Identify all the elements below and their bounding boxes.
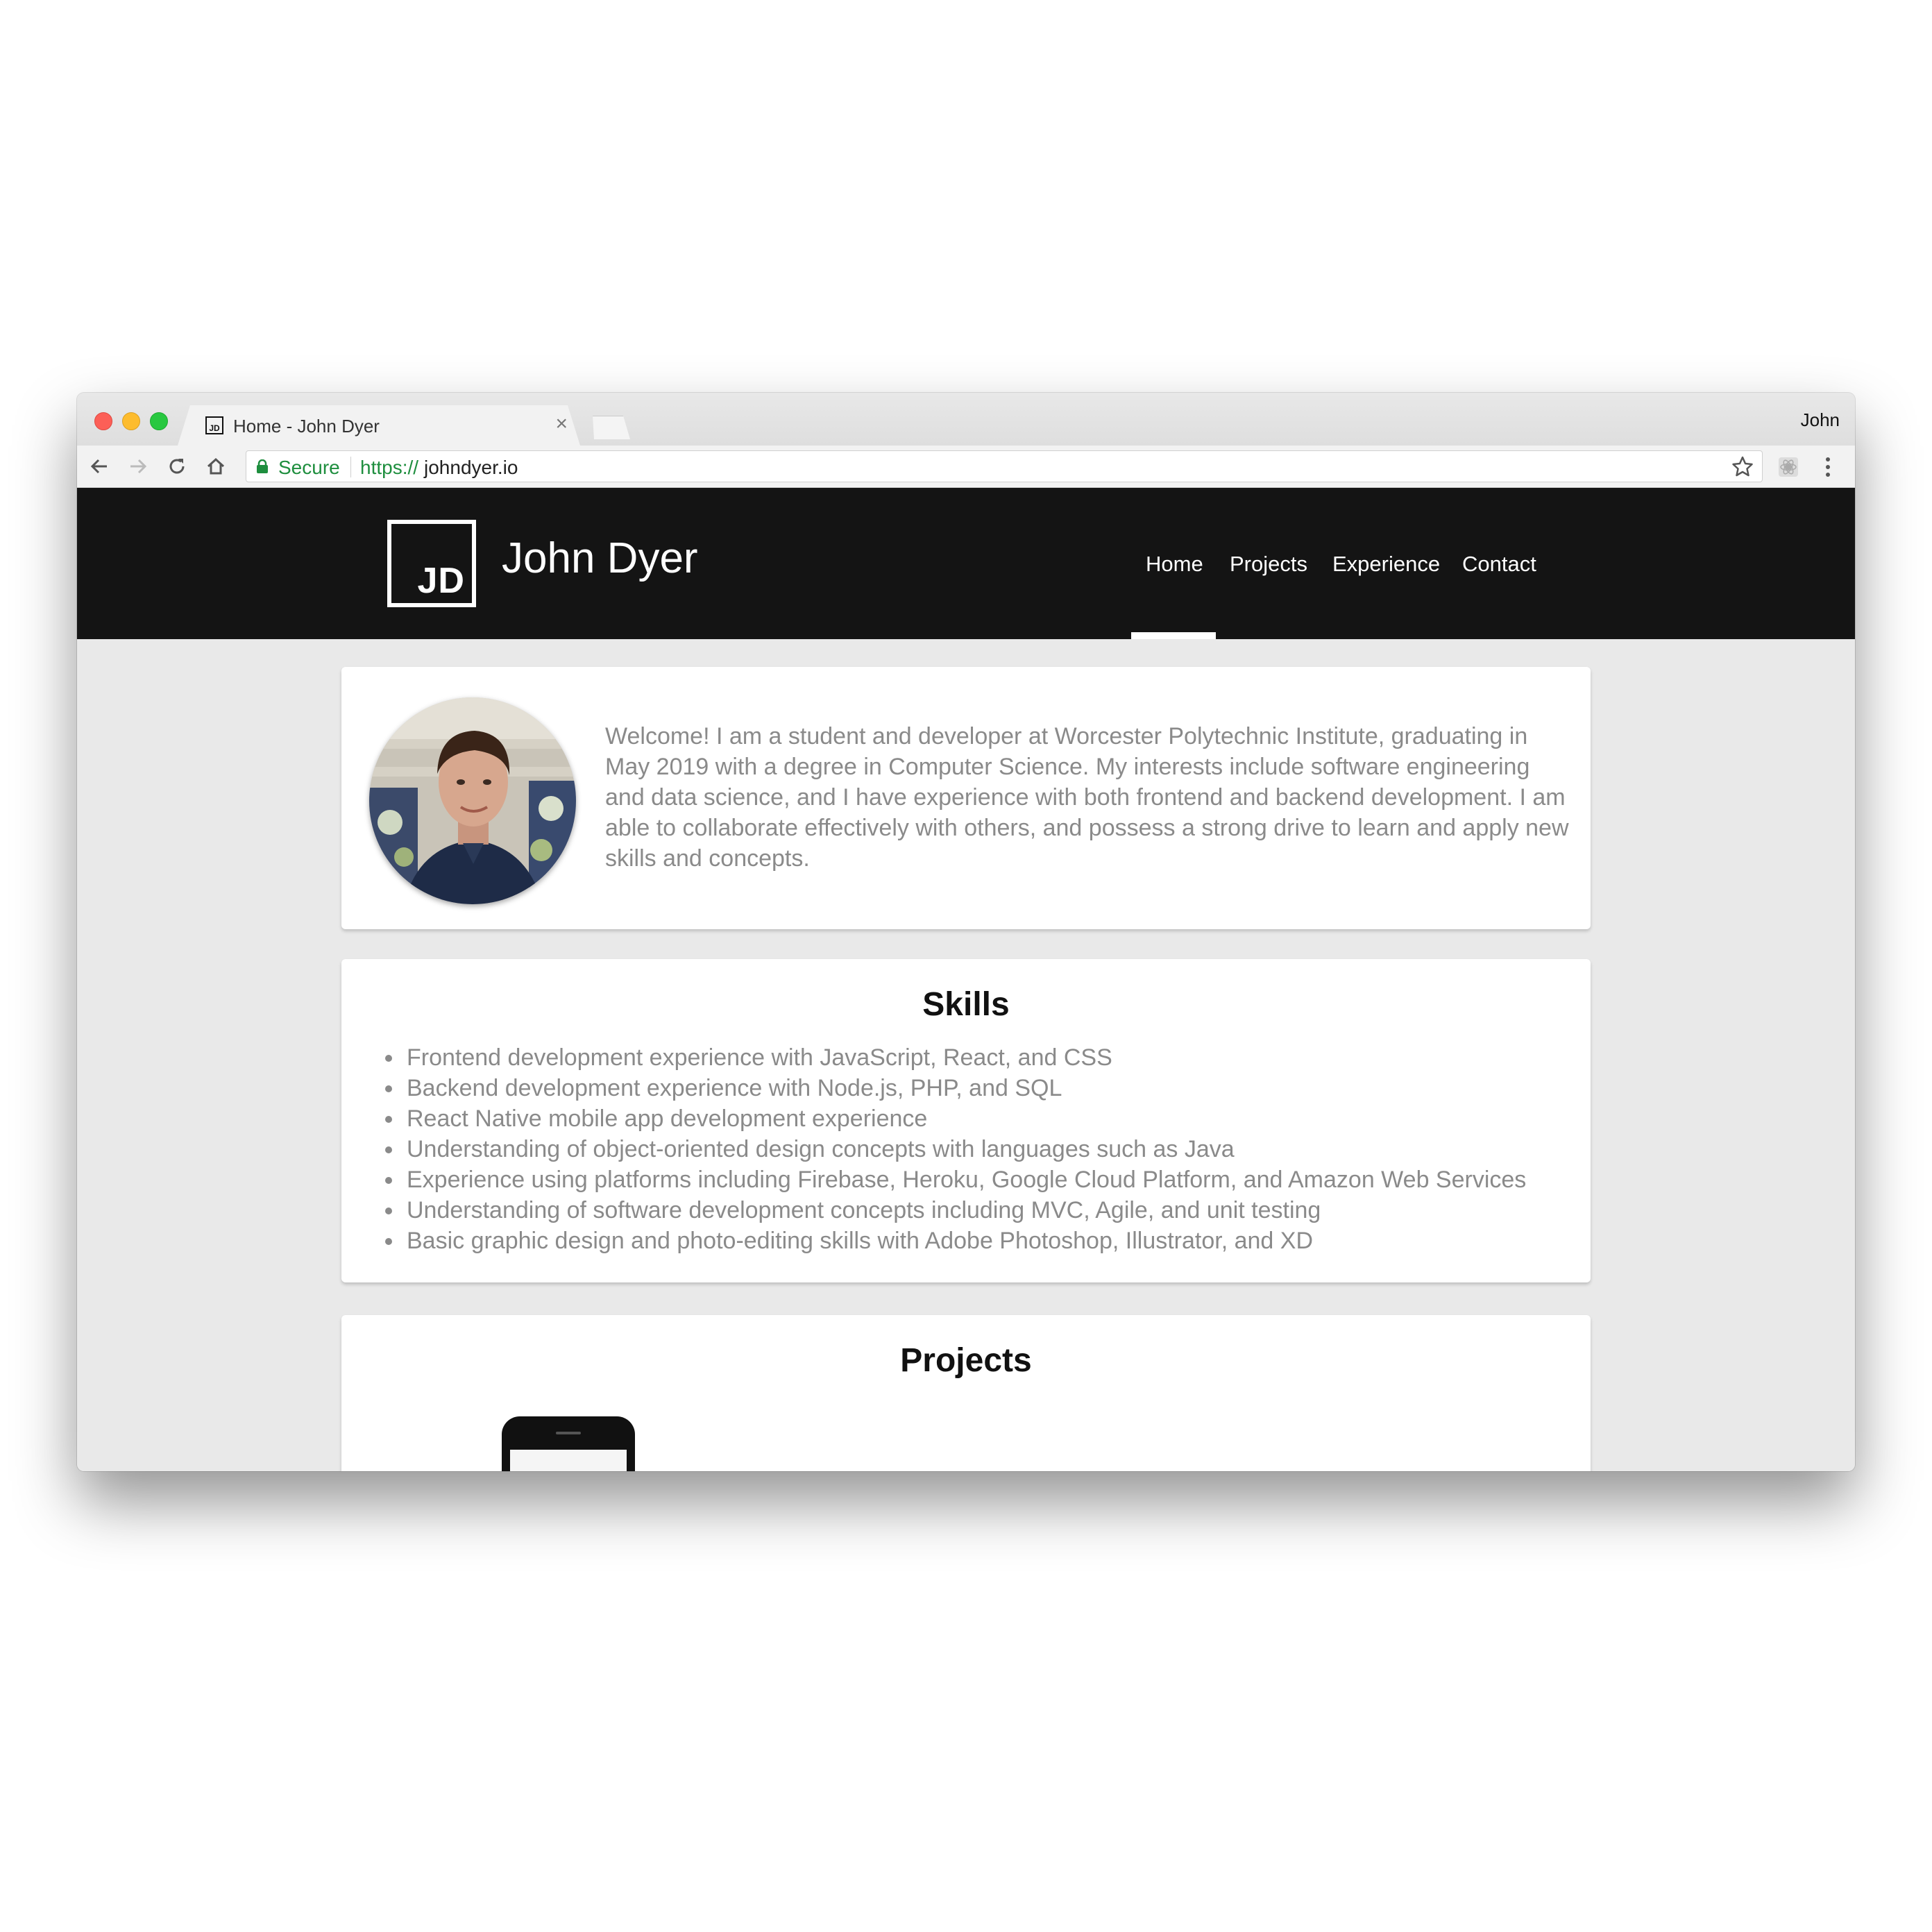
nav-home[interactable]: Home	[1146, 552, 1203, 577]
projects-heading: Projects	[900, 1342, 1032, 1379]
phone-screen	[510, 1450, 627, 1471]
nav-active-indicator	[1131, 632, 1216, 639]
skill-item: Backend development experience with Node…	[404, 1073, 1526, 1103]
skill-item: Experience using platforms including Fir…	[404, 1164, 1526, 1195]
skills-card: Skills Frontend development experience w…	[341, 959, 1591, 1282]
favicon-icon: JD	[205, 416, 223, 434]
skills-list: Frontend development experience with Jav…	[341, 1042, 1526, 1256]
secure-label: Secure	[278, 457, 340, 478]
reload-icon[interactable]	[162, 450, 192, 483]
url-scheme: https://	[360, 457, 419, 478]
tab-strip: JD Home - John Dyer × John	[77, 393, 1855, 446]
avatar	[369, 697, 576, 904]
skill-item: Understanding of software development co…	[404, 1195, 1526, 1226]
zoom-window-button[interactable]	[150, 412, 168, 430]
nav-projects[interactable]: Projects	[1230, 552, 1307, 577]
projects-card: Projects	[341, 1315, 1591, 1471]
tab-close-icon[interactable]: ×	[555, 414, 568, 434]
project-phone-image[interactable]	[502, 1416, 635, 1471]
home-icon[interactable]	[201, 450, 231, 483]
lock-icon	[257, 459, 268, 473]
minimize-window-button[interactable]	[122, 412, 140, 430]
tab-title: Home - John Dyer	[233, 416, 380, 437]
star-icon[interactable]	[1731, 455, 1754, 477]
site-logo[interactable]: JD	[387, 520, 476, 607]
url-divider	[350, 457, 351, 477]
new-tab-button[interactable]	[593, 416, 630, 439]
logo-text: JD	[417, 561, 465, 601]
page-content: Welcome! I am a student and developer at…	[77, 639, 1855, 1471]
nav-contact[interactable]: Contact	[1462, 552, 1536, 577]
url-host: johndyer.io	[424, 457, 518, 478]
close-window-button[interactable]	[94, 412, 112, 430]
skill-item: React Native mobile app development expe…	[404, 1103, 1526, 1134]
intro-paragraph: Welcome! I am a student and developer at…	[605, 723, 1569, 872]
skill-item: Frontend development experience with Jav…	[404, 1042, 1526, 1073]
extension-icon[interactable]	[1778, 457, 1799, 477]
site-header: JD John Dyer Home Projects Experience Co…	[77, 488, 1855, 639]
phone-speaker	[556, 1432, 581, 1434]
browser-tab-active[interactable]: JD Home - John Dyer ×	[178, 405, 580, 446]
nav-experience[interactable]: Experience	[1332, 552, 1440, 577]
skill-item: Basic graphic design and photo-editing s…	[404, 1226, 1526, 1256]
forward-arrow-icon[interactable]	[123, 450, 153, 483]
profile-name[interactable]: John	[1801, 409, 1840, 431]
intro-card: Welcome! I am a student and developer at…	[341, 667, 1591, 929]
browser-toolbar: Secure https:// johndyer.io	[77, 446, 1855, 488]
address-bar[interactable]: Secure https:// johndyer.io	[246, 450, 1763, 482]
browser-window: JD Home - John Dyer × John Secure https:…	[77, 393, 1855, 1471]
site-title[interactable]: John Dyer	[502, 534, 698, 583]
skill-item: Understanding of object-oriented design …	[404, 1134, 1526, 1164]
menu-dots-icon[interactable]	[1820, 455, 1836, 479]
back-arrow-icon[interactable]	[84, 450, 115, 483]
skills-heading: Skills	[922, 986, 1010, 1023]
